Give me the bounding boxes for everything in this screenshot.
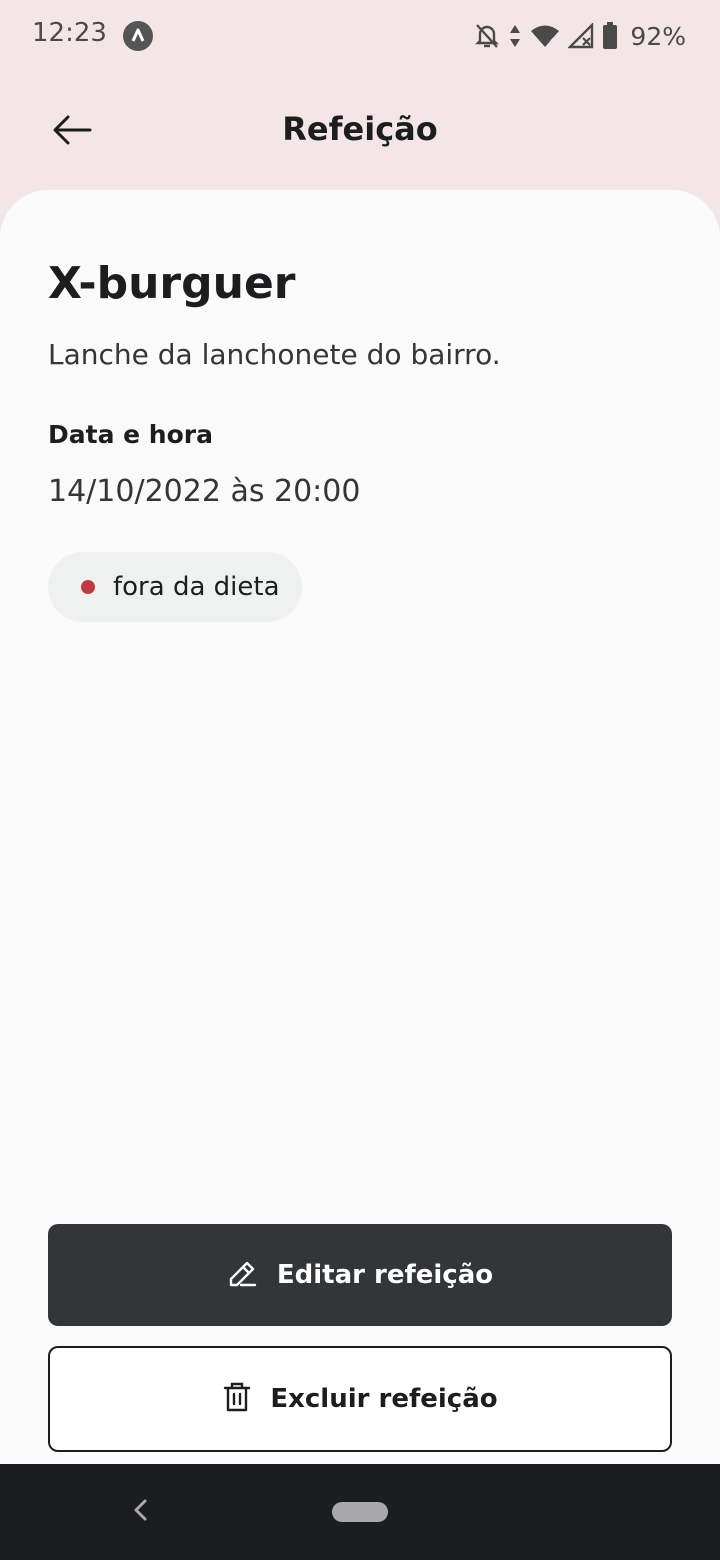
status-dot-icon — [81, 580, 95, 594]
svg-text:4: 4 — [549, 37, 556, 48]
app-notification-icon — [123, 21, 153, 51]
diet-status-label: fora da dieta — [113, 572, 280, 602]
nav-home-pill[interactable] — [332, 1502, 388, 1522]
signal-icon — [568, 23, 594, 49]
diet-status-badge: fora da dieta — [48, 552, 302, 622]
edit-meal-button[interactable]: Editar refeição — [48, 1224, 672, 1326]
meal-detail-card: X-burguer Lanche da lanchonete do bairro… — [0, 190, 720, 1464]
page-title: Refeição — [282, 110, 438, 148]
date-value: 14/10/2022 às 20:00 — [48, 474, 361, 509]
delete-meal-button[interactable]: Excluir refeição — [48, 1346, 672, 1452]
chevron-left-icon — [132, 1498, 148, 1526]
status-bar: 12:23 4 92% — [0, 0, 720, 72]
battery-icon — [602, 22, 618, 50]
bell-off-icon — [474, 22, 500, 50]
trash-icon — [222, 1381, 252, 1417]
delete-meal-label: Excluir refeição — [270, 1384, 498, 1414]
pencil-icon — [227, 1257, 259, 1293]
header: Refeição — [0, 72, 720, 190]
data-arrows-icon — [508, 23, 522, 49]
date-label: Data e hora — [48, 420, 213, 449]
nav-back-button[interactable] — [124, 1496, 156, 1528]
wifi-icon: 4 — [530, 23, 560, 49]
status-icons: 4 92% — [474, 18, 686, 54]
status-time: 12:23 — [32, 18, 107, 48]
system-nav-bar — [0, 1464, 720, 1560]
meal-name: X-burguer — [48, 258, 296, 309]
meal-description: Lanche da lanchonete do bairro. — [48, 338, 501, 371]
edit-meal-label: Editar refeição — [276, 1260, 494, 1290]
battery-percent: 92% — [630, 21, 686, 51]
